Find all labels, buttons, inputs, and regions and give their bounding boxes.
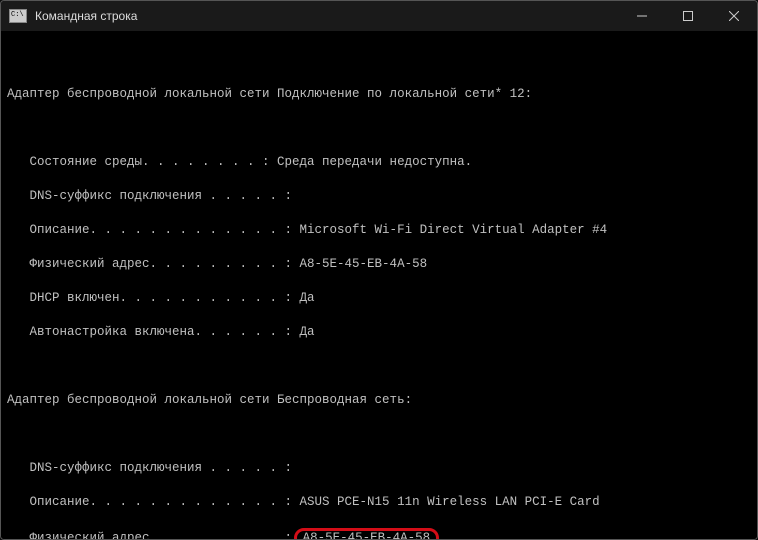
adapter-header: Адаптер беспроводной локальной сети Бесп… (7, 392, 751, 409)
title-bar[interactable]: Командная строка (1, 1, 757, 31)
output-line: Автонастройка включена. . . . . . : Да (7, 324, 751, 341)
output-line (7, 358, 751, 375)
output-line (7, 120, 751, 137)
mac-address-highlight: A8-5E-45-EB-4A-58 (294, 528, 440, 539)
output-line: DHCP включен. . . . . . . . . . . : Да (7, 290, 751, 307)
command-prompt-window: Командная строка Адаптер беспроводной ло… (0, 0, 758, 540)
output-line (7, 426, 751, 443)
output-line: DNS-суффикс подключения . . . . . : (7, 460, 751, 477)
window-title: Командная строка (35, 9, 619, 23)
cmd-icon (9, 9, 27, 23)
close-button[interactable] (711, 1, 757, 31)
minimize-button[interactable] (619, 1, 665, 31)
terminal-output[interactable]: Адаптер беспроводной локальной сети Подк… (1, 31, 757, 539)
output-line: Описание. . . . . . . . . . . . . : ASUS… (7, 494, 751, 511)
maximize-button[interactable] (665, 1, 711, 31)
output-line: Состояние среды. . . . . . . . : Среда п… (7, 154, 751, 171)
output-line: Физический адрес. . . . . . . . . : A8-5… (7, 528, 751, 539)
adapter-header: Адаптер беспроводной локальной сети Подк… (7, 86, 751, 103)
phys-label: Физический адрес. . . . . . . . . : (7, 531, 300, 539)
output-line: Описание. . . . . . . . . . . . . : Micr… (7, 222, 751, 239)
output-line: Физический адрес. . . . . . . . . : A8-5… (7, 256, 751, 273)
output-line: DNS-суффикс подключения . . . . . : (7, 188, 751, 205)
output-line (7, 52, 751, 69)
window-controls (619, 1, 757, 31)
